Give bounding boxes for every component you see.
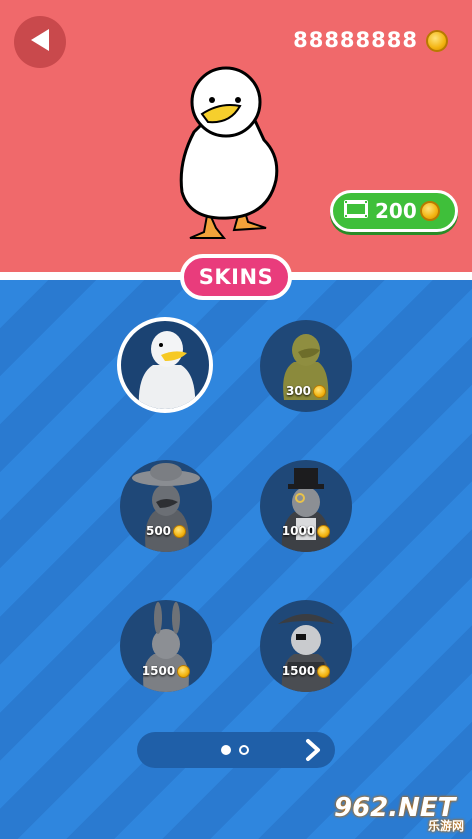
gold-coin-icon (419, 201, 440, 221)
white-duck-icon (179, 66, 279, 239)
gold-coin-icon (426, 30, 448, 52)
gold-coin-icon (313, 385, 327, 398)
skin-price: 300 (260, 384, 352, 398)
skin-price: 1000 (260, 524, 352, 538)
skin-price: 500 (120, 524, 212, 538)
gold-coin-icon (177, 665, 191, 678)
coin-balance: 88888888 (293, 28, 418, 52)
skin-item-gentleman-duck[interactable]: 1000 (260, 460, 352, 552)
bunny-ears-duck-skin-icon (143, 602, 189, 692)
next-page-button[interactable] (301, 738, 325, 762)
selected-character-preview (168, 62, 288, 244)
skin-price: 1500 (120, 664, 212, 678)
skin-item-pirate-duck[interactable]: 1500 (260, 600, 352, 692)
back-arrow-icon (29, 28, 51, 56)
olive-duck-skin-icon (283, 334, 329, 400)
back-button[interactable] (14, 16, 66, 68)
skin-item-white-duck[interactable] (117, 317, 213, 413)
tab-skins-label: SKINS (198, 265, 274, 289)
sombrero-duck-skin-icon (132, 463, 200, 552)
video-film-icon (343, 199, 369, 223)
gold-coin-icon (173, 525, 187, 538)
coin-balance-value: 88888888 (293, 28, 418, 52)
pirate-duck-skin-icon (278, 614, 334, 692)
white-duck-skin-icon (138, 331, 196, 409)
tab-skins[interactable]: SKINS (180, 254, 292, 300)
page-dot-1[interactable] (221, 745, 231, 755)
gold-coin-icon (317, 665, 331, 678)
page-indicator-bar (137, 732, 335, 768)
top-hat-duck-skin-icon (281, 468, 331, 552)
gold-coin-icon (317, 525, 331, 538)
video-reward-amount: 200 (375, 199, 417, 223)
skin-item-bunny-duck[interactable]: 1500 (120, 600, 212, 692)
watermark-logo: 962.NET 乐游网 (334, 793, 464, 833)
skin-price: 1500 (260, 664, 352, 678)
chevron-right-icon (306, 739, 320, 761)
page-dot-2[interactable] (239, 745, 249, 755)
skin-item-olive-duck[interactable]: 300 (260, 320, 352, 412)
skin-item-mexican-hat-duck[interactable]: 500 (120, 460, 212, 552)
watch-video-reward-button[interactable]: 200 (330, 190, 458, 232)
